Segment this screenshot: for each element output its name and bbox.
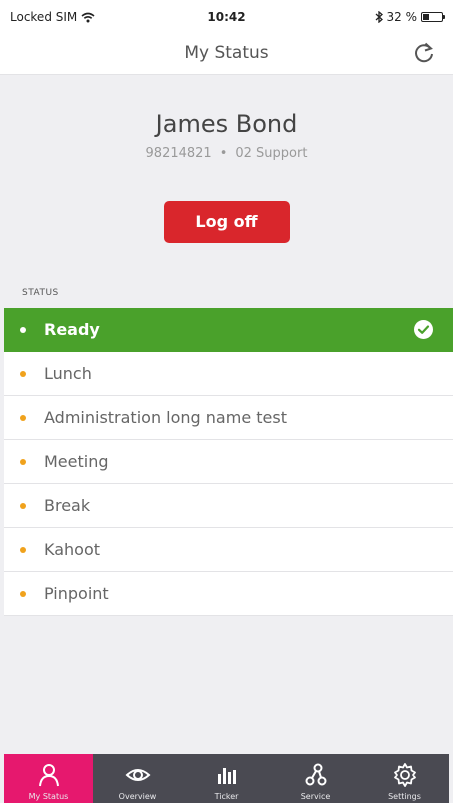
bullet-icon [20,326,26,333]
tab-label: Service [300,792,331,801]
bullet-icon [20,458,26,465]
status-item-label: Ready [44,320,100,339]
status-item-label: Meeting [44,452,109,471]
status-item-label: Administration long name test [44,408,287,427]
tab-overview[interactable]: Overview [93,754,182,803]
battery-percent: 32 % [386,10,418,24]
user-subinfo: 98214821 • 02 Support [0,146,453,161]
refresh-icon[interactable] [411,40,437,66]
tab-service[interactable]: Service [271,754,360,803]
bullet-icon [20,590,26,597]
status-right-group: 32 % [375,10,445,24]
separator-dot: • [219,146,228,161]
tab-label: My Status [28,792,69,801]
battery-level-fill [423,14,429,20]
tab-label: Settings [388,792,421,801]
tab-label: Overview [118,792,157,801]
profile-section: James Bond 98214821 • 02 Support Log off [0,75,453,243]
tab-label: Ticker [214,792,239,801]
status-item-meeting[interactable]: Meeting [4,440,453,484]
status-item-label: Break [44,496,91,515]
user-number: 98214821 [145,146,212,161]
bullet-icon [20,546,26,553]
bullet-icon [20,414,26,421]
app-screen: Locked SIM 10:42 32 % My Status James Bo… [0,0,453,803]
device-status-bar: Locked SIM 10:42 32 % [0,0,453,36]
status-item-label: Kahoot [44,540,101,559]
check-circle-icon [414,320,433,339]
status-item-break[interactable]: Break [4,484,453,528]
bullet-icon [20,502,26,509]
service-nodes-icon [305,763,326,786]
battery-icon [421,12,445,22]
eye-icon [125,769,150,781]
user-name: James Bond [155,110,298,138]
tab-bar: My Status Overview Ticker Service Settin… [4,754,449,803]
status-list: Ready Lunch Administration long name tes… [4,308,453,616]
tab-my-status[interactable]: My Status [4,754,93,803]
navigation-bar: My Status [0,36,453,75]
person-icon [38,764,59,787]
status-item-lunch[interactable]: Lunch [4,352,453,396]
status-section-label: STATUS [22,288,59,298]
status-item-label: Pinpoint [44,584,109,603]
user-team: 02 Support [235,146,308,161]
tab-settings[interactable]: Settings [360,754,449,803]
page-title: My Status [184,43,269,63]
bar-chart-icon [217,768,236,784]
gear-icon [393,763,416,787]
status-item-administration[interactable]: Administration long name test [4,396,453,440]
bullet-icon [20,370,26,377]
status-item-kahoot[interactable]: Kahoot [4,528,453,572]
status-item-label: Lunch [44,364,92,383]
tab-ticker[interactable]: Ticker [182,754,271,803]
log-off-button[interactable]: Log off [163,201,290,243]
bluetooth-icon [375,11,383,23]
status-item-pinpoint[interactable]: Pinpoint [4,572,453,616]
status-item-ready[interactable]: Ready [4,308,453,352]
